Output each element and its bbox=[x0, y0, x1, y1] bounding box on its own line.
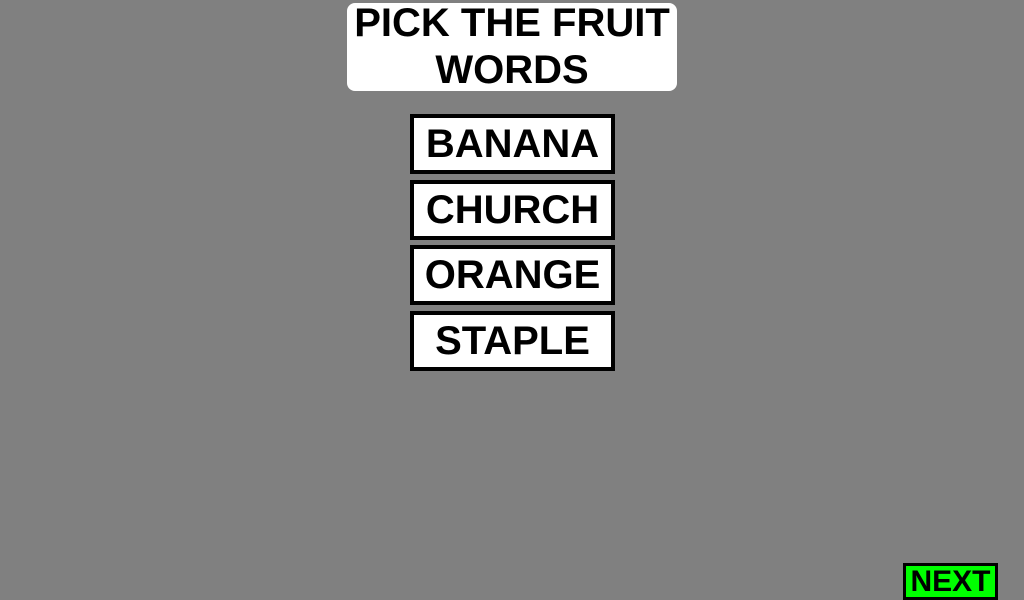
word-choice-church[interactable]: CHURCH bbox=[410, 180, 615, 240]
word-choice-orange[interactable]: ORANGE bbox=[410, 245, 615, 305]
word-choice-staple[interactable]: STAPLE bbox=[410, 311, 615, 371]
next-button[interactable]: NEXT bbox=[903, 563, 998, 600]
prompt-title-box: PICK THE FRUIT WORDS bbox=[347, 1, 677, 92]
prompt-title: PICK THE FRUIT WORDS bbox=[354, 1, 670, 92]
word-choice-banana[interactable]: BANANA bbox=[410, 114, 615, 174]
